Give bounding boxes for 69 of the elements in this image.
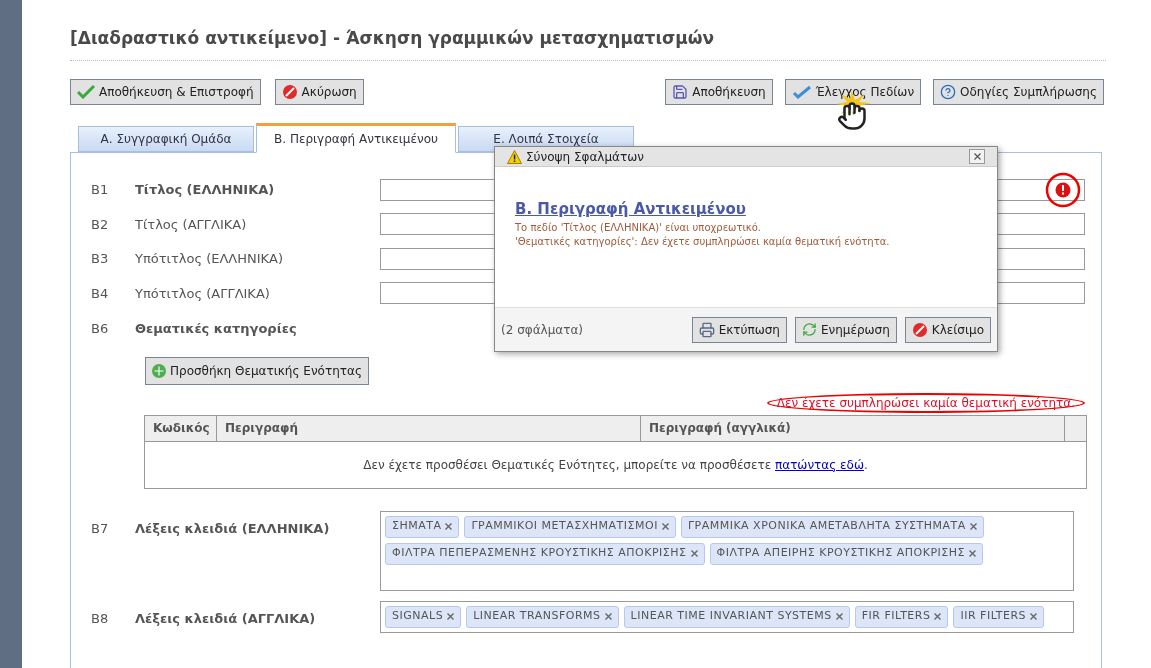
refresh-button[interactable]: Ενημέρωση — [794, 316, 897, 343]
keywords-field[interactable]: SIGNALS LINEAR TRANSFORMS LINEAR TIME INVARIANT SYSTEMS FIR FILTERS IIR FILTERS — [380, 600, 1074, 633]
field-label: Θεματικές κατηγορίες — [135, 319, 297, 338]
keyword-tag: SIGNALS — [385, 605, 462, 628]
field-code: Β7 — [91, 519, 110, 538]
keyword-tag: IIR FILTERS — [953, 605, 1045, 628]
warning-icon — [507, 149, 522, 164]
empty-message: Δεν έχετε προσθέσει Θεματικές Ενότητες, μπορείτε να προσθέσετε πατώντας εδώ. — [363, 456, 868, 474]
keyword-tag: LINEAR TRANSFORMS — [466, 605, 619, 628]
remove-icon[interactable] — [835, 613, 843, 620]
field-code: Β6 — [91, 319, 110, 338]
tab[interactable]: Α. Συγγραφική Ομάδα — [78, 125, 254, 152]
save-button[interactable]: Αποθήκευση — [665, 78, 773, 105]
column-header: Περιγραφή — [217, 415, 641, 441]
checkmark-icon — [77, 84, 95, 99]
field-label: Υπότιτλος (ΕΛΛΗΝΙΚΑ) — [135, 250, 285, 268]
remove-icon[interactable] — [968, 550, 976, 557]
keyword-tag: ΣΗΜΑΤΑ — [385, 515, 460, 538]
cancel-icon — [911, 321, 928, 338]
keywords-field[interactable]: ΣΗΜΑΤΑ ΓΡΑΜΜΙΚΟΙ ΜΕΤΑΣΧΗΜΑΤΙΣΜΟΙ ΓΡΑΜΜΙΚΑ ΧΡΟΝΙΚΑ ΑΜΕΤΑΒΛΗΤΑ ΣΥΣΤΗΜΑΤΑ ΦΙΛΤΡΑ ΠΕΠΕΡΑΣΜΕΝΗΣ ΚΡΟΥΣΤΙΚΗΣ ΑΠΟΚΡΙΣΗΣ ΦΙΛΤΡΑ ΑΠΕΙΡΗΣ ΚΡΟΥΣΤΙΚΗΣ ΑΠΟΚΡΙΣΗΣ — [380, 510, 1074, 591]
error-text: Το πεδίο 'Τίτλος (ΕΛΛΗΝΙΚΑ)' είναι υποχρεωτικό. — [515, 221, 762, 235]
remove-icon[interactable] — [934, 613, 942, 620]
field-label: Τίτλος (ΕΛΛΗΝΙΚΑ) — [135, 181, 276, 199]
instructions-button[interactable]: Οδηγίες Συμπλήρωσης — [933, 78, 1104, 105]
column-header: Κωδικός — [145, 415, 217, 441]
close-dialog-button[interactable]: Κλείσιμο — [904, 316, 991, 343]
field-code: Β4 — [91, 284, 110, 303]
save-and-return-button[interactable]: Αποθήκευση & Επιστροφή — [70, 78, 261, 105]
tab[interactable]: Β. Περιγραφή Αντικειμένου — [256, 122, 456, 153]
field-label: Λέξεις κλειδιά (ΑΓΓΛΙΚΑ) — [135, 609, 317, 628]
add-topic-button[interactable]: Προσθήκη Θεματικής Ενότητας — [145, 356, 369, 385]
field-label: Τίτλος (ΑΓΓΛΙΚΑ) — [135, 215, 248, 234]
error-text: 'Θεματικές κατηγορίες': Δεν έχετε συμπληρώσει καμία θεματική ενότητα. — [515, 235, 891, 249]
remove-icon[interactable] — [661, 523, 669, 530]
remove-icon[interactable] — [604, 613, 612, 620]
help-icon — [940, 83, 957, 100]
field-code: Β3 — [91, 250, 110, 268]
page-title: [Διαδραστικό αντικείμενο] - Άσκηση γραμμικών μετασχηματισμών — [70, 27, 716, 50]
printer-icon — [698, 321, 715, 338]
add-icon — [152, 363, 166, 378]
remove-icon[interactable] — [447, 613, 455, 620]
field-code: Β8 — [91, 609, 110, 628]
field-label: Λέξεις κλειδιά (ΕΛΛΗΝΙΚΑ) — [135, 519, 331, 538]
error-count: (2 σφάλματα) — [501, 321, 584, 339]
refresh-icon — [801, 322, 817, 337]
spellcheck-icon — [791, 84, 812, 99]
add-link[interactable]: πατώντας εδώ — [775, 457, 864, 472]
keyword-tag: LINEAR TIME INVARIANT SYSTEMS — [623, 605, 850, 628]
print-button[interactable]: Εκτύπωση — [691, 316, 787, 343]
remove-icon[interactable] — [969, 523, 977, 530]
keyword-tag: ΦΙΛΤΡΑ ΠΕΠΕΡΑΣΜΕΝΗΣ ΚΡΟΥΣΤΙΚΗΣ ΑΠΟΚΡΙΣΗΣ — [385, 542, 705, 565]
remove-icon[interactable] — [445, 523, 453, 530]
keyword-tag: ΦΙΛΤΡΑ ΑΠΕΙΡΗΣ ΚΡΟΥΣΤΙΚΗΣ ΑΠΟΚΡΙΣΗΣ — [709, 542, 983, 565]
field-code: Β2 — [91, 215, 110, 234]
error-message: Δεν έχετε συμπληρώσει καμία θεματική ενότητα. — [766, 392, 1085, 413]
remove-icon[interactable] — [1030, 613, 1038, 620]
keyword-tag: ΓΡΑΜΜΙΚΟΙ ΜΕΤΑΣΧΗΜΑΤΙΣΜΟΙ — [464, 515, 676, 538]
close-button[interactable] — [969, 149, 985, 164]
field-code: Β1 — [91, 181, 110, 199]
highlight-circle — [1045, 171, 1081, 208]
keyword-tag: FIR FILTERS — [854, 605, 949, 628]
close-icon — [973, 153, 981, 160]
field-label: Υπότιτλος (ΑΓΓΛΙΚΑ) — [135, 284, 271, 303]
cancel-button[interactable]: Ακύρωση — [274, 78, 364, 105]
column-header: Περιγραφή (αγγλικά) — [641, 415, 1065, 441]
remove-icon[interactable] — [690, 550, 698, 557]
keyword-tag: ΓΡΑΜΜΙΚΑ ΧΡΟΝΙΚΑ ΑΜΕΤΑΒΛΗΤΑ ΣΥΣΤΗΜΑΤΑ — [680, 515, 984, 538]
cancel-icon — [281, 83, 298, 100]
section-link[interactable]: Β. Περιγραφή Αντικειμένου — [515, 200, 746, 218]
